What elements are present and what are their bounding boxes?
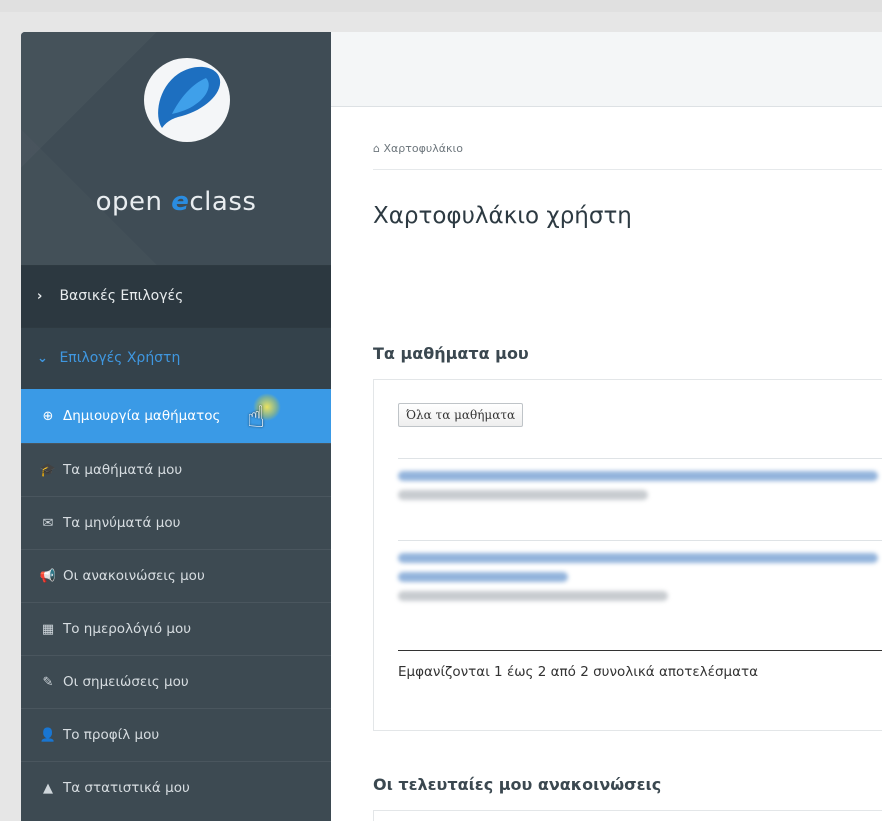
area-chart-icon: ▲ bbox=[43, 781, 53, 796]
plus-circle-icon: ⊕ bbox=[42, 409, 54, 424]
course-item[interactable] bbox=[398, 458, 882, 509]
top-header-bar bbox=[331, 32, 882, 107]
main-content: ⌂ Χαρτοφυλάκιο Χαρτοφυλάκιο χρήστη Τα μα… bbox=[331, 32, 882, 821]
top-strip bbox=[0, 0, 882, 12]
sidebar-item-label: Οι ανακοινώσεις μου bbox=[63, 568, 205, 584]
blurred-course-code bbox=[398, 572, 568, 582]
logo-mark bbox=[144, 58, 230, 142]
calendar-icon: ▦ bbox=[41, 622, 55, 637]
results-info: Εμφανίζονται 1 έως 2 από 2 συνολικά αποτ… bbox=[398, 664, 759, 680]
bullhorn-icon: 📢 bbox=[39, 569, 57, 584]
edit-icon: ✎ bbox=[42, 675, 54, 690]
sidebar-item-my-courses[interactable]: 🎓 Τα μαθήματά μου bbox=[21, 443, 331, 496]
logo-e-icon bbox=[158, 66, 221, 128]
graduation-cap-icon: 🎓 bbox=[39, 463, 57, 478]
category-label: Βασικές Επιλογές bbox=[59, 288, 184, 304]
sidebar-item-my-messages[interactable]: ✉ Τα μηνύματά μου bbox=[21, 496, 331, 549]
hand-cursor-icon: ☝ bbox=[247, 400, 266, 435]
breadcrumb-link[interactable]: Χαρτοφυλάκιο bbox=[383, 142, 462, 155]
blurred-course-title bbox=[398, 471, 878, 481]
course-item[interactable] bbox=[398, 540, 882, 610]
divider bbox=[373, 169, 882, 170]
blurred-course-instructor bbox=[398, 591, 668, 601]
chevron-right-icon: › bbox=[37, 289, 43, 304]
courses-panel: Όλα τα μαθήματα Εμφανίζονται 1 έως 2 από… bbox=[373, 379, 882, 731]
sidebar-item-label: Οι σημειώσεις μου bbox=[63, 674, 189, 690]
breadcrumb: ⌂ Χαρτοφυλάκιο bbox=[373, 142, 463, 155]
logo-area[interactable]: open eclass bbox=[21, 32, 331, 265]
sidebar-item-my-profile[interactable]: 👤 Το προφίλ μου bbox=[21, 708, 331, 761]
sidebar-item-label: Τα στατιστικά μου bbox=[63, 780, 190, 796]
blurred-course-instructor bbox=[398, 490, 648, 500]
sidebar-item-label: Το ημερολόγιό μου bbox=[63, 621, 192, 637]
user-icon: 👤 bbox=[39, 728, 57, 743]
sidebar-item-label: Το προφίλ μου bbox=[63, 727, 160, 743]
all-courses-button[interactable]: Όλα τα μαθήματα bbox=[398, 403, 524, 427]
chevron-down-icon: ⌄ bbox=[37, 351, 48, 366]
home-icon: ⌂ bbox=[373, 142, 380, 155]
sidebar-item-my-announcements[interactable]: 📢 Οι ανακοινώσεις μου bbox=[21, 549, 331, 602]
category-user-options[interactable]: ⌄ Επιλογές Χρήστη bbox=[21, 327, 331, 389]
blurred-course-title bbox=[398, 553, 878, 563]
sidebar-item-my-notes[interactable]: ✎ Οι σημειώσεις μου bbox=[21, 655, 331, 708]
courses-section-title: Τα μαθήματα μου bbox=[373, 344, 529, 363]
sidebar: open eclass › Βασικές Επιλογές ⌄ Επιλογέ… bbox=[21, 32, 331, 821]
sidebar-item-my-statistics[interactable]: ▲ Τα στατιστικά μου bbox=[21, 761, 331, 814]
table-bottom-rule bbox=[398, 650, 882, 651]
page-title: Χαρτοφυλάκιο χρήστη bbox=[373, 203, 632, 229]
sidebar-item-label: Τα μηνύματά μου bbox=[63, 515, 181, 531]
announcements-section-title: Οι τελευταίες μου ανακοινώσεις bbox=[373, 775, 662, 794]
sidebar-item-create-course[interactable]: ⊕ Δημιουργία μαθήματος ☝ bbox=[21, 389, 331, 443]
announcements-panel bbox=[373, 810, 882, 821]
category-label: Επιλογές Χρήστη bbox=[59, 350, 181, 366]
category-basic-options[interactable]: › Βασικές Επιλογές bbox=[21, 265, 331, 327]
sidebar-item-my-calendar[interactable]: ▦ Το ημερολόγιό μου bbox=[21, 602, 331, 655]
sidebar-item-label: Τα μαθήματά μου bbox=[63, 462, 183, 478]
logo-text: open eclass bbox=[95, 187, 257, 217]
envelope-icon: ✉ bbox=[42, 516, 54, 531]
sidebar-item-label: Δημιουργία μαθήματος bbox=[63, 408, 221, 424]
